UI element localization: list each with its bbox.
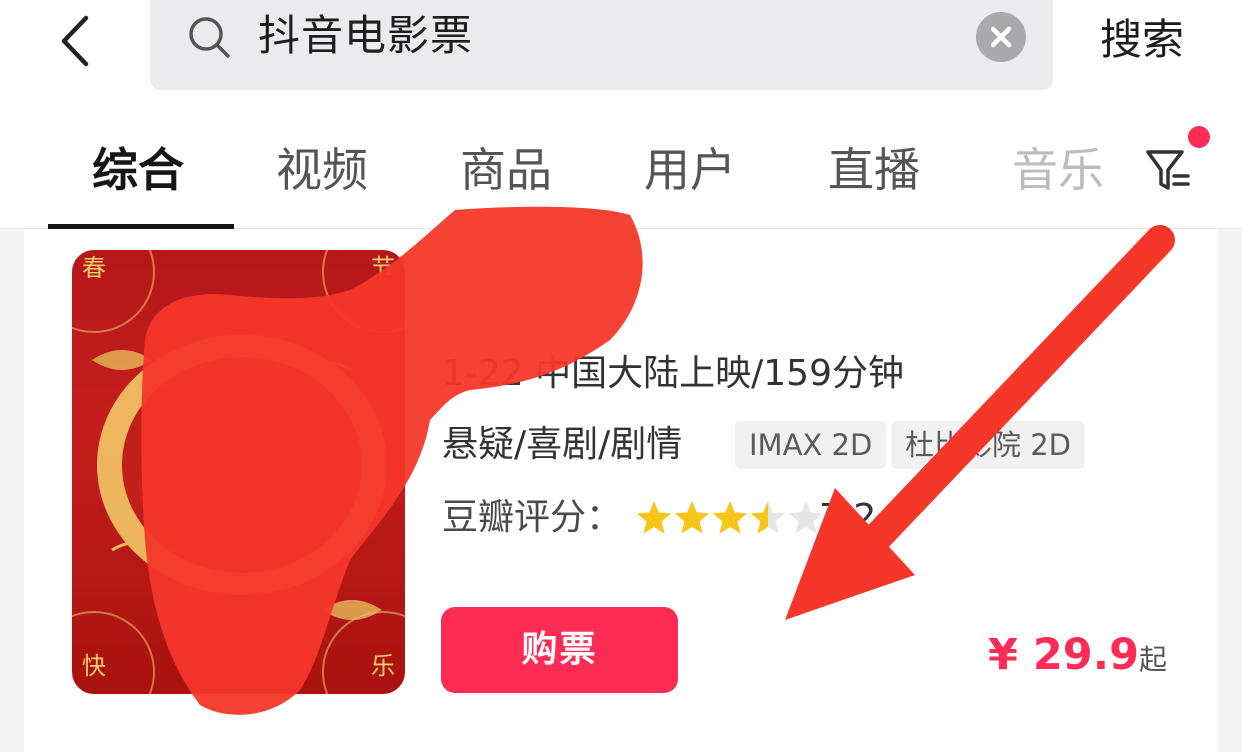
tab-products[interactable]: 商品 bbox=[460, 142, 552, 198]
clear-search-button[interactable] bbox=[976, 12, 1026, 62]
back-button[interactable] bbox=[52, 8, 102, 68]
star-icon bbox=[712, 501, 748, 534]
search-field[interactable]: 抖音电影票 bbox=[150, 0, 1053, 90]
movie-poster[interactable]: 春 节 快 乐 bbox=[72, 250, 405, 694]
tab-all[interactable]: 综合 bbox=[92, 142, 184, 198]
search-input[interactable]: 抖音电影票 bbox=[258, 10, 473, 62]
price-suffix: 起 bbox=[1138, 643, 1167, 676]
result-tabs: 综合 视频 商品 用户 直播 音乐 bbox=[0, 100, 1242, 229]
buy-ticket-button[interactable]: 购票 bbox=[441, 607, 678, 693]
star-icon bbox=[636, 501, 672, 534]
tab-users[interactable]: 用户 bbox=[644, 142, 736, 198]
poster-corner-text: 春 bbox=[82, 254, 106, 282]
top-bar: 抖音电影票 搜索 bbox=[0, 0, 1242, 100]
price: ¥ 29.9起 bbox=[988, 627, 1167, 688]
format-tag: 杜比影院 2D bbox=[891, 421, 1085, 469]
format-tag: IMAX 2D bbox=[735, 421, 887, 469]
back-chevron-icon bbox=[61, 15, 89, 67]
poster-corner-text: 快 bbox=[82, 652, 106, 680]
filter-icon bbox=[1146, 150, 1190, 190]
star-icon bbox=[674, 501, 710, 534]
tab-music[interactable]: 音乐 bbox=[1012, 142, 1104, 198]
filter-notification-dot bbox=[1188, 126, 1210, 148]
genre-list: 悬疑/喜剧/剧情 bbox=[442, 424, 683, 465]
search-icon bbox=[189, 17, 230, 58]
rating-label: 豆瓣评分： bbox=[442, 497, 623, 538]
star-icon bbox=[788, 501, 824, 534]
star-icon bbox=[750, 501, 786, 534]
tab-videos[interactable]: 视频 bbox=[276, 142, 368, 198]
star-rating bbox=[636, 501, 824, 534]
poster-corner-text: 乐 bbox=[371, 652, 395, 680]
filter-button[interactable] bbox=[1144, 144, 1196, 196]
clear-icon bbox=[990, 26, 1012, 48]
tab-live[interactable]: 直播 bbox=[828, 142, 920, 198]
rating-value: 7.2 bbox=[819, 497, 877, 538]
poster-corner-text: 节 bbox=[371, 254, 395, 282]
movie-result-card[interactable]: 春 节 快 乐 1-22 中国大陆上映/159分钟 悬疑/喜剧/剧情 IMAX … bbox=[24, 229, 1218, 752]
search-submit-button[interactable]: 搜索 bbox=[1100, 14, 1184, 66]
poster-artwork bbox=[72, 250, 405, 694]
price-value: ¥ 29.9 bbox=[988, 630, 1139, 680]
release-info: 1-22 中国大陆上映/159分钟 bbox=[442, 353, 904, 394]
